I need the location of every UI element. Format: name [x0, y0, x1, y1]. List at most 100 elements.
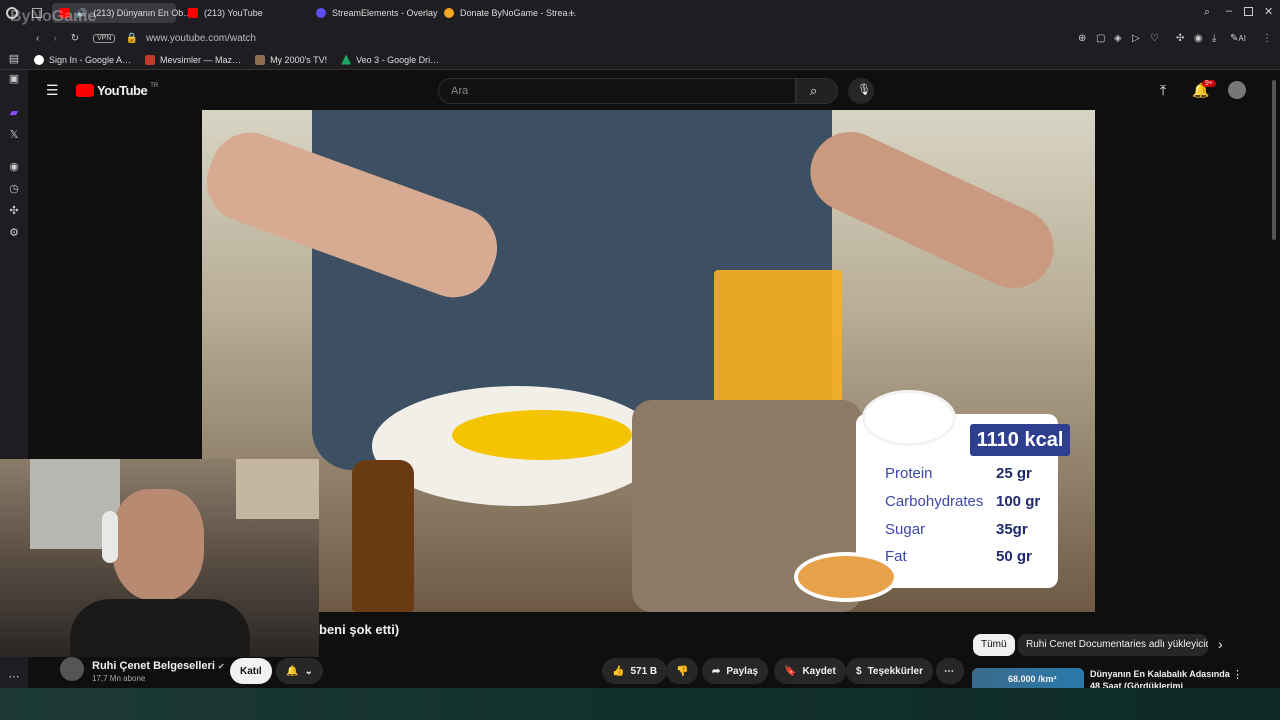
like-button[interactable]: 👍 571 B [602, 658, 668, 684]
thanks-button[interactable]: $ Teşekkürler [846, 658, 933, 684]
forward-icon[interactable]: › [53, 33, 56, 44]
download-icon[interactable]: ⤓ [1212, 33, 1216, 44]
player-icon[interactable]: ◉ [7, 160, 21, 174]
tab-3-title: StreamElements - Overlay [332, 8, 438, 18]
calorie-badge: 1110 kcal [970, 424, 1070, 456]
youtube-logo[interactable]: YouTube TR [76, 83, 158, 98]
settings-icon[interactable]: ⚙ [7, 226, 21, 240]
twitch-icon[interactable]: ▰ [7, 106, 21, 120]
country-code: TR [150, 83, 159, 89]
upload-icon[interactable]: ⤒ [1160, 82, 1166, 99]
streamer-head [112, 489, 204, 601]
bookmark-icon: 🔖 [784, 665, 797, 677]
channel-name[interactable]: Ruhi Çenet Belgeselleri ✔ [92, 660, 225, 672]
tab-4-title: Donate ByNoGame - Strea… [460, 8, 577, 18]
thanks-label: Teşekkürler [867, 665, 923, 677]
extensions-sidebar-icon[interactable]: ✣ [7, 204, 21, 218]
nutrition-value: 50 gr [996, 548, 1032, 565]
browser-tab-bar: 🔊 (213) Dünyanın En Ob… (213) YouTube St… [0, 0, 1280, 26]
more-actions-button[interactable]: ⋯ [936, 658, 964, 684]
tab-2-title: (213) YouTube [204, 8, 263, 18]
chevron-right-icon[interactable]: › [1218, 636, 1223, 652]
nutrition-label: Protein [885, 465, 933, 482]
chip-uploader[interactable]: Ruhi Cenet Documentaries adlı yükleyicid… [1018, 634, 1208, 656]
minimize-icon[interactable]: – [1226, 5, 1232, 17]
share-icon: ➦ [712, 665, 721, 677]
bookmark-favicon-icon [255, 54, 266, 65]
bookmark-item[interactable]: Mevsimler — Maz… [145, 54, 241, 65]
lock-icon: 🔒 [125, 32, 138, 44]
messenger-icon[interactable]: ▣ [7, 72, 21, 86]
nutrition-label: Fat [885, 548, 907, 565]
bookmark-item[interactable]: Veo 3 - Google Dri… [341, 54, 440, 65]
join-button[interactable]: Katıl [230, 658, 272, 684]
eggs [452, 410, 632, 460]
recommended-menu-icon[interactable]: ⋮ [1232, 668, 1243, 681]
headphones-icon [102, 511, 118, 563]
hamburger-menu-icon[interactable]: ☰ [46, 82, 59, 99]
youtube-play-icon [76, 84, 94, 97]
tab-4[interactable]: Donate ByNoGame - Strea… [436, 3, 577, 23]
bell-icon: 🔔 [286, 665, 299, 677]
microphone-icon: 🎙 [857, 84, 871, 96]
extensions-icon[interactable]: ⊕ [1078, 33, 1086, 44]
tab-3[interactable]: StreamElements - Overlay [308, 3, 438, 23]
nutrition-label: Carbohydrates [885, 493, 984, 510]
subscriber-count: 17,7 Mn abone [92, 674, 146, 683]
nutrition-label: Sugar [885, 521, 926, 538]
drive-favicon-icon [341, 54, 352, 65]
back-icon[interactable]: ‹ [36, 33, 39, 44]
bookmark-item[interactable]: My 2000's TV! [255, 54, 327, 65]
bynogame-favicon-icon [444, 8, 454, 18]
thanks-icon: $ [856, 665, 862, 677]
bookmark-label: Sign In - Google A… [49, 54, 132, 65]
youtube-header: ☰ YouTube TR Ara ⌕ 🎙 ⤒ 🔔 9+ [28, 70, 1280, 240]
nutrition-value: 100 gr [996, 493, 1041, 510]
youtube-logo-text: YouTube [97, 83, 148, 98]
puzzle-icon[interactable]: ✣ [1176, 33, 1184, 44]
chip-all[interactable]: Tümü [973, 634, 1015, 656]
avatar[interactable] [1228, 81, 1246, 99]
bacon-eggs-icon [862, 390, 956, 446]
thumbs-up-icon: 👍 [612, 665, 625, 677]
new-tab-icon[interactable]: + [568, 6, 575, 20]
search-icon: ⌕ [810, 83, 818, 98]
restore-icon[interactable] [1244, 7, 1253, 16]
share-button[interactable]: ➦ Paylaş [702, 658, 769, 684]
reload-icon[interactable]: ↻ [71, 33, 79, 44]
bookmark-item[interactable]: Sign In - Google A… [34, 54, 132, 65]
google-favicon-icon [34, 54, 44, 65]
thumbnail-text: 68.000 /km² [1008, 674, 1057, 684]
profile-icon[interactable]: ◉ [1194, 33, 1203, 44]
menu-icon[interactable]: ⋮ [1262, 33, 1272, 44]
x-icon[interactable]: 𝕏 [7, 128, 21, 142]
dislike-button[interactable]: 👎 [666, 658, 699, 684]
close-window-icon[interactable]: ✕ [1264, 5, 1273, 18]
pinboard-icon[interactable]: ▤ [7, 52, 21, 66]
voice-search-button[interactable]: 🎙 [848, 78, 874, 104]
history-icon[interactable]: ◷ [7, 182, 21, 196]
shield-icon[interactable]: ◈ [1114, 33, 1122, 44]
play-icon[interactable]: ▷ [1132, 33, 1140, 44]
search-button[interactable]: ⌕ [796, 78, 838, 104]
search-tabs-icon[interactable]: ⌕ [1204, 6, 1210, 19]
heart-icon[interactable]: ♡ [1150, 33, 1159, 44]
save-button[interactable]: 🔖 Kaydet [774, 658, 846, 684]
address-bar: ‹ › ↻ VPN 🔒 www.youtube.com/watch ⊕ ▢ ◈ … [0, 26, 1280, 50]
ai-button[interactable]: ✎AI [1230, 33, 1246, 44]
video-title: beni şok etti) [319, 622, 400, 637]
bookmark-label: Veo 3 - Google Dri… [356, 54, 440, 65]
youtube-favicon-icon [188, 8, 198, 18]
tab-2[interactable]: (213) YouTube [180, 3, 304, 23]
channel-avatar[interactable] [60, 657, 84, 681]
snapshot-icon[interactable]: ▢ [1096, 33, 1105, 44]
ai-label: AI [1238, 33, 1246, 43]
verified-icon: ✔ [217, 662, 225, 671]
scrollbar[interactable] [1272, 80, 1276, 240]
vpn-badge[interactable]: VPN [93, 33, 116, 43]
url-field[interactable]: www.youtube.com/watch [146, 33, 256, 44]
subscribed-bell-button[interactable]: 🔔 ⌄ [276, 658, 323, 684]
recommended-title[interactable]: Dünyanın En Kalabalık Adasında 48 Saat (… [1090, 668, 1230, 690]
more-icon[interactable]: ⋯ [7, 670, 21, 684]
search-input[interactable]: Ara [438, 78, 796, 104]
